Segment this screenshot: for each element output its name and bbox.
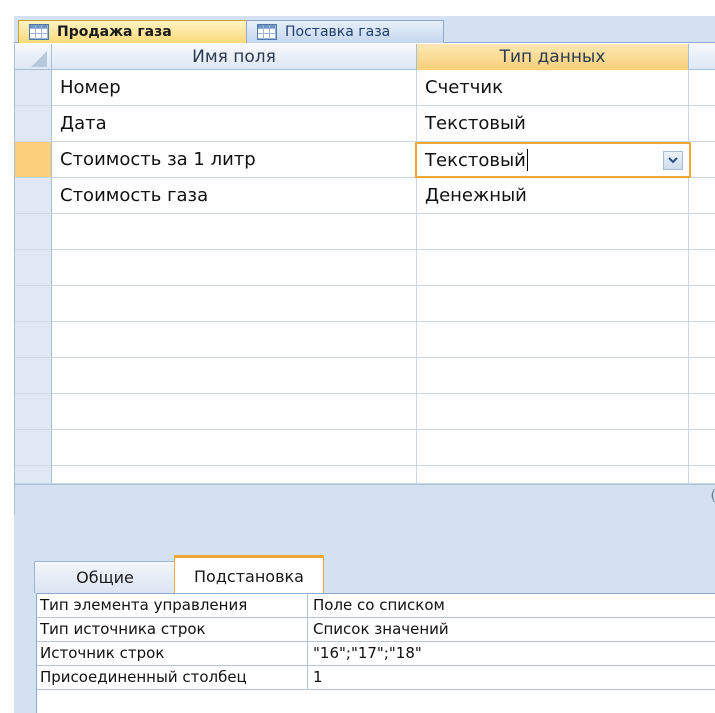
- field-properties-panel: Общие Подстановка Тип элемента управлени…: [14, 514, 715, 713]
- property-name: Источник строк: [37, 642, 308, 666]
- data-type-cell[interactable]: [417, 250, 689, 285]
- field-name-cell[interactable]: [52, 322, 417, 357]
- data-type-value: Текстовый: [425, 149, 526, 171]
- data-type-combobox[interactable]: Текстовый: [415, 142, 691, 178]
- row-selector[interactable]: [15, 214, 52, 249]
- row-selector[interactable]: [15, 106, 52, 141]
- property-value[interactable]: 1: [309, 666, 323, 690]
- pane-splitter[interactable]: (: [15, 484, 715, 514]
- table-design-grid: Имя поля Тип данных Номер Счетчик Дата Т…: [14, 44, 715, 514]
- field-name-cell[interactable]: [52, 430, 417, 465]
- empty-row[interactable]: [15, 466, 715, 484]
- field-name-cell[interactable]: [52, 394, 417, 429]
- field-name-cell[interactable]: [52, 358, 417, 393]
- row-selector[interactable]: [15, 322, 52, 357]
- data-type-cell[interactable]: [417, 394, 689, 429]
- tab-postavka-gaza[interactable]: Поставка газа: [246, 20, 444, 43]
- table-icon: [257, 24, 277, 40]
- data-type-cell[interactable]: Денежный: [417, 178, 689, 213]
- data-type-cell[interactable]: [417, 214, 689, 249]
- data-type-cell[interactable]: [417, 322, 689, 357]
- field-name-cell[interactable]: [52, 214, 417, 249]
- empty-row[interactable]: [15, 214, 715, 250]
- row-selector[interactable]: [15, 178, 52, 213]
- table-row[interactable]: Стоимость газа Денежный: [15, 178, 715, 214]
- field-name-cell[interactable]: [52, 466, 417, 483]
- splitter-handle-icon: (: [711, 488, 715, 504]
- empty-row[interactable]: [15, 394, 715, 430]
- row-selector[interactable]: [15, 250, 52, 285]
- table-icon: [29, 24, 49, 40]
- field-name-cell[interactable]: Номер: [52, 70, 417, 105]
- tab-lookup[interactable]: Подстановка: [174, 555, 324, 594]
- data-type-cell[interactable]: [417, 466, 689, 483]
- field-name-cell[interactable]: [52, 286, 417, 321]
- tab-label: Продажа газа: [57, 24, 172, 40]
- property-name: Тип источника строк: [37, 618, 308, 642]
- tab-label: Поставка газа: [285, 24, 391, 40]
- row-selector[interactable]: [15, 394, 52, 429]
- property-value[interactable]: "16";"17";"18": [309, 642, 422, 666]
- column-header-field-name[interactable]: Имя поля: [52, 44, 417, 70]
- chevron-down-icon: [668, 157, 678, 164]
- column-header-data-type[interactable]: Тип данных: [417, 44, 689, 70]
- field-name-cell[interactable]: Дата: [52, 106, 417, 141]
- empty-row[interactable]: [15, 250, 715, 286]
- table-row[interactable]: Дата Текстовый: [15, 106, 715, 142]
- table-row-current[interactable]: Стоимость за 1 литр Текстовый: [15, 142, 715, 178]
- field-name-cell[interactable]: Стоимость за 1 литр: [52, 142, 417, 177]
- row-selector[interactable]: [15, 70, 52, 105]
- property-value[interactable]: Поле со списком: [309, 594, 445, 618]
- field-name-cell[interactable]: Стоимость газа: [52, 178, 417, 213]
- property-row[interactable]: Тип источника строк Список значений: [37, 618, 715, 642]
- document-tab-strip: Продажа газа Поставка газа: [14, 16, 715, 43]
- dropdown-button[interactable]: [663, 151, 683, 170]
- data-type-cell[interactable]: [417, 430, 689, 465]
- table-row[interactable]: Номер Счетчик: [15, 70, 715, 106]
- property-value[interactable]: Список значений: [309, 618, 449, 642]
- data-type-cell[interactable]: Текстовый: [417, 106, 689, 141]
- property-name: Присоединенный столбец: [37, 666, 308, 690]
- property-row[interactable]: Тип элемента управления Поле со списком: [37, 594, 715, 618]
- empty-row[interactable]: [15, 358, 715, 394]
- field-name-cell[interactable]: [52, 250, 417, 285]
- tab-prodazha-gaza[interactable]: Продажа газа: [18, 20, 248, 43]
- property-name: Тип элемента управления: [37, 594, 308, 618]
- data-type-cell[interactable]: [417, 358, 689, 393]
- data-type-cell[interactable]: Счетчик: [417, 70, 689, 105]
- property-sheet: Тип элемента управления Поле со списком …: [36, 593, 715, 713]
- row-selector[interactable]: [15, 142, 52, 177]
- empty-row[interactable]: [15, 430, 715, 466]
- empty-row[interactable]: [15, 286, 715, 322]
- empty-row[interactable]: [15, 322, 715, 358]
- property-row[interactable]: Присоединенный столбец 1: [37, 666, 715, 690]
- row-selector[interactable]: [15, 466, 52, 483]
- row-selector[interactable]: [15, 430, 52, 465]
- grid-header: Имя поля Тип данных: [15, 44, 715, 70]
- row-selector[interactable]: [15, 358, 52, 393]
- data-type-cell[interactable]: [417, 286, 689, 321]
- row-selector[interactable]: [15, 286, 52, 321]
- text-caret: [526, 149, 528, 171]
- property-row[interactable]: Источник строк "16";"17";"18": [37, 642, 715, 666]
- select-all-corner[interactable]: [15, 44, 52, 70]
- tab-general[interactable]: Общие: [34, 561, 176, 593]
